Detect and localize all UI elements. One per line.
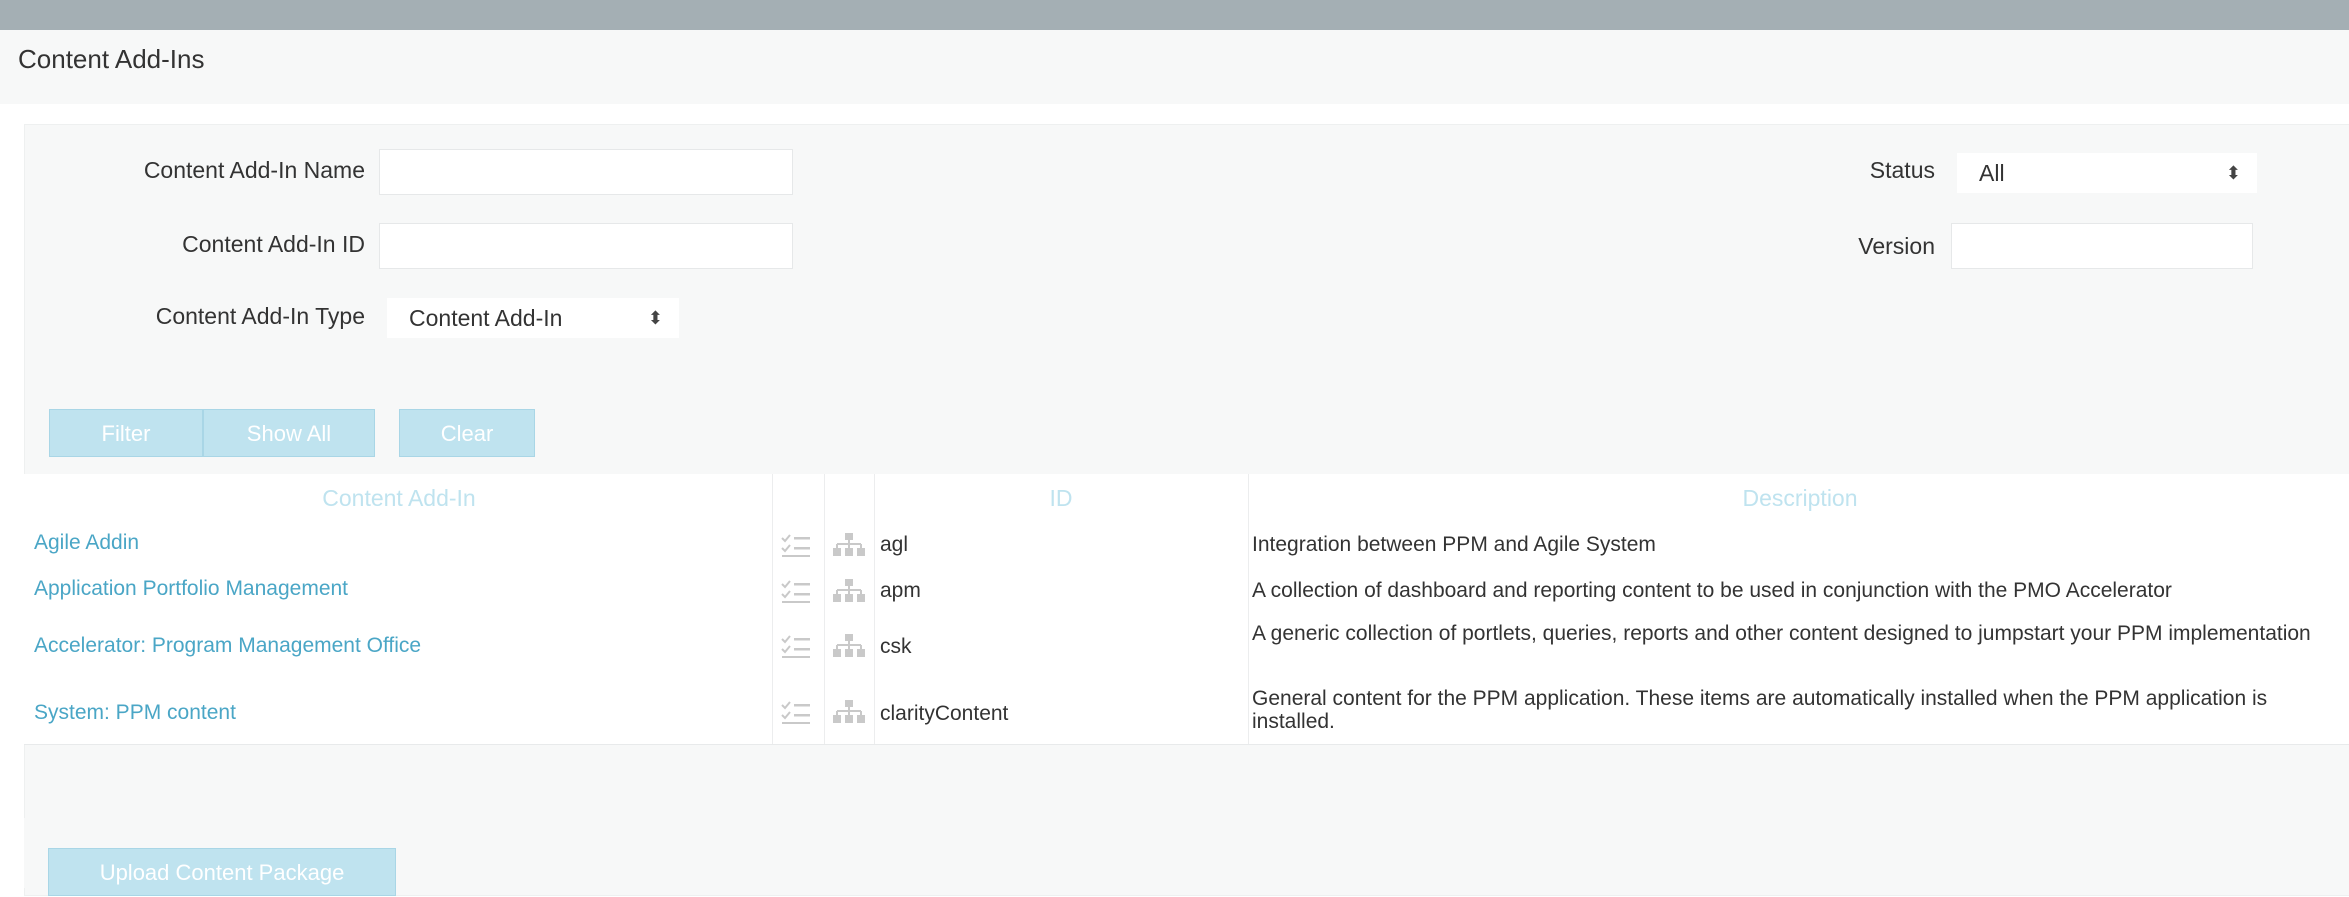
table-header: Content Add-In ID Description [24, 474, 2349, 523]
column-divider [772, 474, 773, 744]
status-value: All [1979, 160, 2005, 186]
column-divider [824, 474, 825, 744]
content-add-in-id-input[interactable] [379, 223, 793, 269]
content-add-in-name-input[interactable] [379, 149, 793, 195]
row-id: clarityContent [880, 702, 1009, 725]
row-name-link[interactable]: Accelerator: Program Management Office [34, 634, 421, 658]
version-label: Version [1858, 233, 1935, 259]
select-arrows-icon: ⬍ [2225, 163, 2241, 183]
hierarchy-icon[interactable] [832, 698, 866, 726]
hierarchy-icon[interactable] [832, 632, 866, 660]
table-row: Accelerator: Program Management Office c… [24, 614, 2349, 679]
status-label: Status [1869, 157, 1935, 183]
top-bar [0, 0, 2349, 30]
hierarchy-icon[interactable] [832, 577, 866, 605]
content-add-in-type-value: Content Add-In [409, 305, 563, 331]
table-row: Agile Addin agl Integration between PPM … [24, 522, 2349, 569]
filter-button[interactable]: Filter [49, 409, 203, 457]
status-select[interactable]: All ⬍ [1957, 153, 2257, 193]
page-header: Content Add-Ins [0, 30, 2349, 104]
column-divider [874, 474, 875, 744]
row-name-link[interactable]: Application Portfolio Management [34, 577, 348, 601]
column-divider [1248, 474, 1249, 744]
row-name-link[interactable]: System: PPM content [34, 701, 236, 725]
table-row: Application Portfolio Management apm A c… [24, 568, 2349, 615]
row-description: Integration between PPM and Agile System [1252, 533, 1656, 556]
hierarchy-icon[interactable] [832, 531, 866, 559]
page-title: Content Add-Ins [18, 44, 205, 74]
content-add-in-name-label: Content Add-In Name [143, 157, 365, 183]
version-input[interactable] [1951, 223, 2253, 269]
row-description: A generic collection of portlets, querie… [1252, 622, 2311, 645]
table-footer: Upload Content Package [24, 818, 2349, 896]
row-name-link[interactable]: Agile Addin [34, 531, 139, 555]
checklist-icon[interactable] [780, 698, 814, 726]
row-id: agl [880, 533, 909, 556]
content-add-in-type-select[interactable]: Content Add-In ⬍ [387, 298, 679, 338]
checklist-icon[interactable] [780, 577, 814, 605]
table-row: System: PPM content clarityContent Gener… [24, 678, 2349, 745]
checklist-icon[interactable] [780, 531, 814, 559]
select-arrows-icon: ⬍ [647, 308, 663, 328]
clear-button[interactable]: Clear [399, 409, 535, 457]
content-add-in-id-label: Content Add-In ID [182, 231, 365, 257]
show-all-button[interactable]: Show All [203, 409, 375, 457]
row-id: csk [880, 635, 912, 658]
column-header-id[interactable]: ID [874, 474, 1248, 522]
upload-content-package-button[interactable]: Upload Content Package [48, 848, 396, 896]
row-id: apm [880, 579, 921, 602]
row-description: General content for the PPM application.… [1252, 687, 2268, 733]
column-header-content-add-in[interactable]: Content Add-In [24, 474, 774, 522]
column-header-description[interactable]: Description [1250, 474, 2349, 522]
content-add-in-type-label: Content Add-In Type [155, 303, 365, 329]
row-description: A collection of dashboard and reporting … [1252, 579, 2172, 602]
checklist-icon[interactable] [780, 632, 814, 660]
